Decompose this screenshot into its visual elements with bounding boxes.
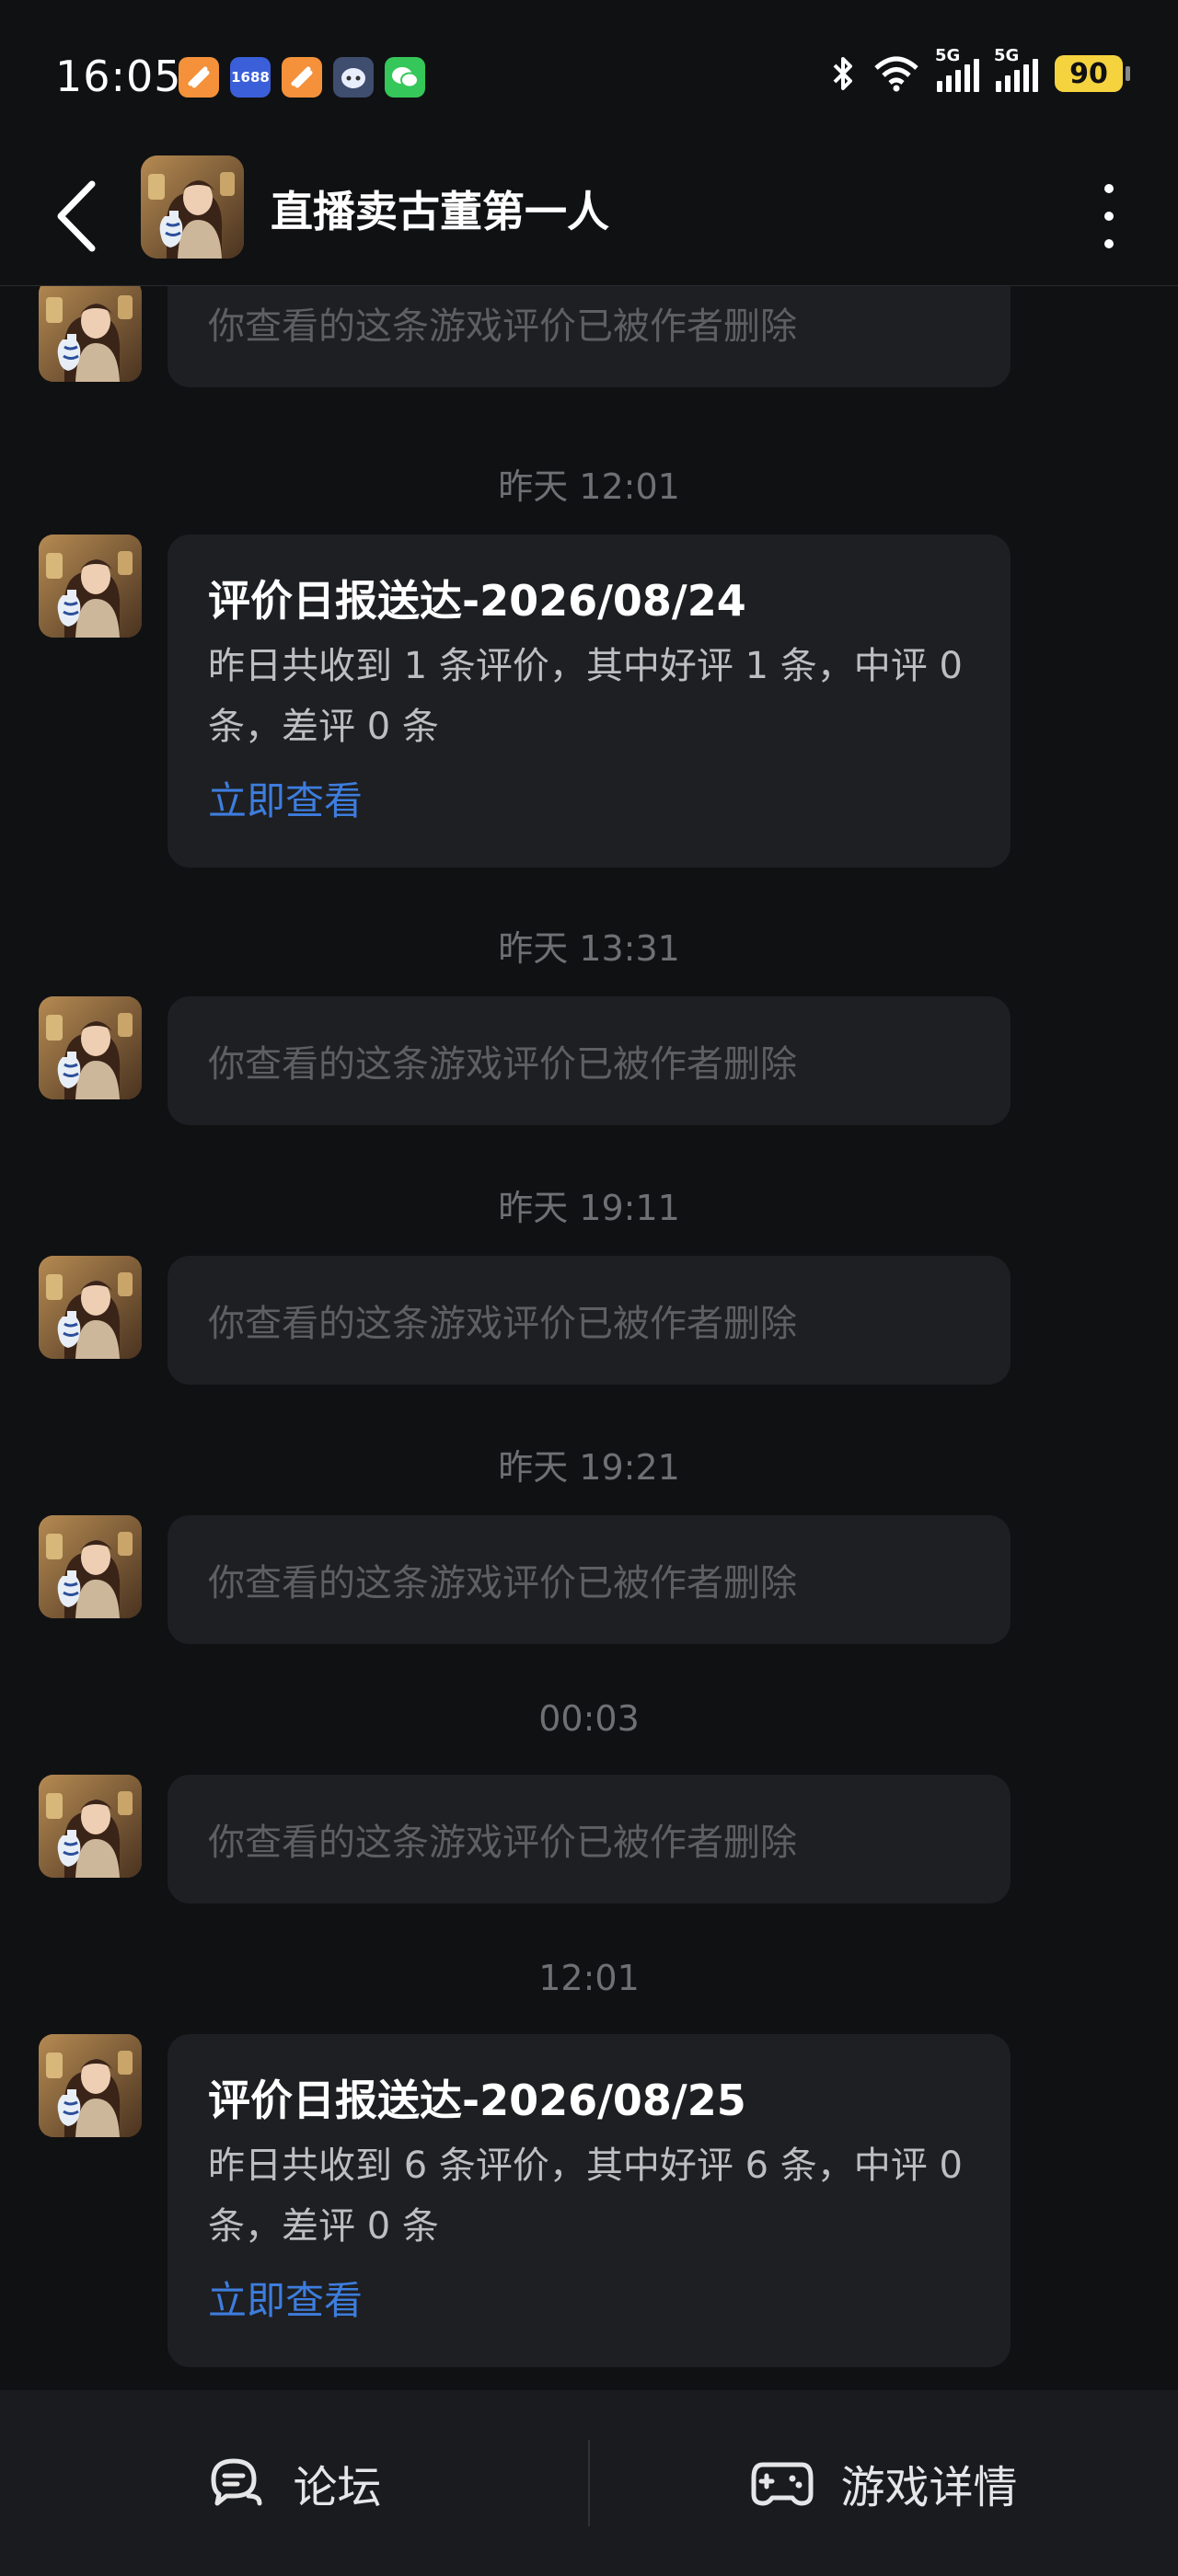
forum-chat-icon (211, 2458, 262, 2506)
message-timestamp: 昨天 19:21 (498, 1447, 680, 1488)
deleted-message: 你查看的这条游戏评价已被作者删除 (167, 1775, 1011, 1903)
1688-icon: 1688 (230, 57, 271, 98)
chat-header: 直播卖古董第一人 (0, 147, 1178, 286)
sender-avatar[interactable] (39, 1775, 142, 1878)
more-options-button[interactable] (1095, 184, 1123, 248)
deleted-message: 你查看的这条游戏评价已被作者删除 (167, 1256, 1011, 1385)
view-now-link[interactable]: 立即查看 (208, 770, 970, 826)
forum-button[interactable]: 论坛 (0, 2390, 588, 2576)
forum-label: 论坛 (293, 2462, 382, 2513)
sender-avatar[interactable] (39, 1515, 142, 1618)
gamepad-icon (751, 2462, 814, 2506)
notification-icons: 1688 (179, 57, 425, 98)
message-timestamp: 12:01 (538, 1958, 640, 1998)
game-detail-label: 游戏详情 (840, 2462, 1018, 2513)
report-title: 评价日报送达-2026/08/25 (208, 2076, 746, 2125)
deleted-message: 你查看的这条游戏评价已被作者删除 (167, 286, 1011, 387)
deleted-message: 你查看的这条游戏评价已被作者删除 (167, 1515, 1011, 1644)
ai-assistant-icon (333, 57, 374, 98)
sender-avatar[interactable] (39, 286, 142, 382)
page-title: 直播卖古董第一人 (271, 187, 609, 236)
message-timestamp: 昨天 13:31 (498, 928, 680, 969)
view-now-link[interactable]: 立即查看 (208, 2270, 970, 2326)
signal-5g-icon: 5G (994, 46, 1038, 92)
status-time: 16:05 (55, 52, 182, 101)
wifi-icon (874, 56, 918, 92)
status-bar: 16:05 1688 5G 5G 90 (0, 0, 1178, 147)
chevron-left-icon (57, 180, 96, 252)
message-list[interactable]: 你查看的这条游戏评价已被作者删除 昨天 12:01 评价日报送达-2026/08… (0, 286, 1178, 2384)
message-timestamp: 昨天 19:11 (498, 1188, 680, 1228)
taobao-icon (282, 57, 322, 98)
battery-indicator: 90 (1055, 55, 1130, 92)
status-indicators: 5G 5G 90 (830, 46, 1130, 92)
bluetooth-icon (833, 57, 852, 90)
report-summary: 昨日共收到 1 条评价，其中好评 1 条，中评 0 条，差评 0 条 (208, 645, 963, 748)
back-button[interactable] (46, 177, 110, 256)
message-timestamp: 昨天 12:01 (498, 466, 680, 507)
signal-5g-icon: 5G (935, 46, 979, 92)
bottom-action-bar: 论坛 游戏详情 (0, 2390, 1178, 2576)
report-summary: 昨日共收到 6 条评价，其中好评 6 条，中评 0 条，差评 0 条 (208, 2145, 963, 2248)
sender-avatar[interactable] (39, 2034, 142, 2137)
game-detail-button[interactable]: 游戏详情 (590, 2390, 1178, 2576)
wechat-icon (385, 57, 425, 98)
deleted-message: 你查看的这条游戏评价已被作者删除 (167, 996, 1011, 1125)
report-card[interactable]: 评价日报送达-2026/08/25 昨日共收到 6 条评价，其中好评 6 条，中… (167, 2034, 1011, 2367)
report-card[interactable]: 评价日报送达-2026/08/24 昨日共收到 1 条评价，其中好评 1 条，中… (167, 535, 1011, 868)
taobao-icon (179, 57, 219, 98)
message-timestamp: 00:03 (538, 1698, 640, 1739)
sender-avatar[interactable] (39, 1256, 142, 1359)
game-avatar[interactable] (141, 155, 244, 259)
sender-avatar[interactable] (39, 535, 142, 638)
report-title: 评价日报送达-2026/08/24 (208, 576, 746, 626)
sender-avatar[interactable] (39, 996, 142, 1099)
